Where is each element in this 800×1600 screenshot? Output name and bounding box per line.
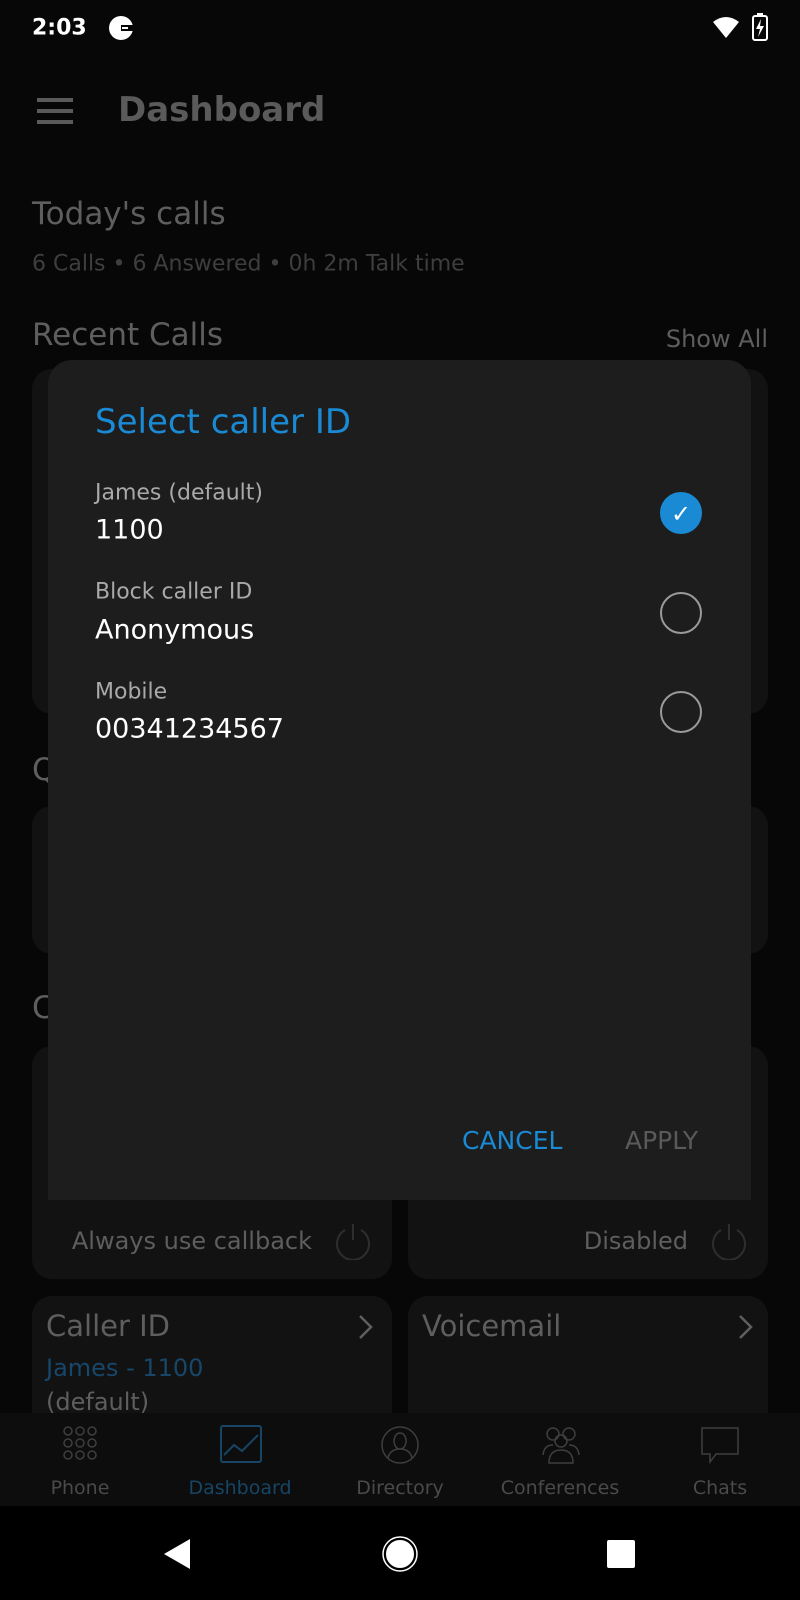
- recents-icon[interactable]: [606, 1539, 636, 1569]
- chevron-right-icon: [739, 1315, 753, 1339]
- group-icon: [542, 1427, 580, 1464]
- nav-label: Phone: [50, 1477, 110, 1499]
- chat-bubble-icon: [701, 1427, 739, 1465]
- person-icon: [381, 1426, 419, 1464]
- option-label: Block caller ID: [95, 579, 253, 605]
- g-circle-icon: [109, 16, 133, 40]
- power-icon[interactable]: [334, 1222, 372, 1260]
- nav-label: Dashboard: [188, 1477, 292, 1499]
- forwarding-status: Disabled: [583, 1227, 688, 1255]
- power-icon[interactable]: [710, 1222, 748, 1260]
- caller-id-note: (default): [46, 1388, 150, 1416]
- nav-chats[interactable]: Chats: [640, 1413, 800, 1506]
- recent-calls-title: Recent Calls: [32, 317, 224, 353]
- option-value: 00341234567: [95, 713, 284, 745]
- callback-status: Always use callback: [71, 1227, 312, 1255]
- option-label: James (default): [95, 480, 263, 506]
- caller-id-option[interactable]: Block caller ID Anonymous: [48, 560, 751, 660]
- nav-conferences[interactable]: Conferences: [480, 1413, 640, 1506]
- caller-id-title: Caller ID: [46, 1309, 171, 1343]
- chevron-right-icon: [359, 1315, 373, 1339]
- option-value: Anonymous: [95, 614, 255, 646]
- caller-id-option[interactable]: Mobile 00341234567: [48, 660, 751, 760]
- caller-id-option[interactable]: James (default) 1100 ✓: [48, 460, 751, 560]
- chart-icon: [220, 1425, 262, 1463]
- page-title: Dashboard: [118, 90, 326, 130]
- voicemail-title: Voicemail: [422, 1309, 562, 1343]
- nav-dashboard[interactable]: Dashboard: [160, 1413, 320, 1506]
- dialog-title: Select caller ID: [95, 402, 352, 442]
- nav-phone[interactable]: Phone: [0, 1413, 160, 1506]
- option-value: 1100: [95, 514, 164, 546]
- caller-id-value: James - 1100: [46, 1354, 204, 1382]
- back-icon[interactable]: [162, 1538, 192, 1570]
- dialpad-icon: [63, 1426, 97, 1460]
- wifi-icon: [713, 17, 739, 38]
- select-caller-id-dialog: Select caller ID James (default) 1100 ✓ …: [48, 360, 751, 1200]
- cancel-button[interactable]: CANCEL: [462, 1126, 562, 1155]
- nav-label: Conferences: [500, 1477, 620, 1499]
- home-icon[interactable]: [382, 1536, 418, 1572]
- hamburger-icon[interactable]: [37, 98, 73, 131]
- apply-button[interactable]: APPLY: [625, 1126, 698, 1155]
- todays-calls-title: Today's calls: [32, 196, 226, 232]
- nav-directory[interactable]: Directory: [320, 1413, 480, 1506]
- option-label: Mobile: [95, 679, 168, 705]
- radio-selected[interactable]: ✓: [660, 492, 702, 534]
- todays-calls-summary: 6 Calls • 6 Answered • 0h 2m Talk time: [32, 251, 465, 277]
- status-time: 2:03: [32, 15, 87, 41]
- nav-label: Directory: [356, 1477, 444, 1499]
- nav-label: Chats: [692, 1477, 748, 1499]
- show-all-link[interactable]: Show All: [666, 325, 768, 353]
- radio-unselected[interactable]: [660, 592, 702, 634]
- battery-charging-icon: [752, 13, 768, 41]
- radio-unselected[interactable]: [660, 691, 702, 733]
